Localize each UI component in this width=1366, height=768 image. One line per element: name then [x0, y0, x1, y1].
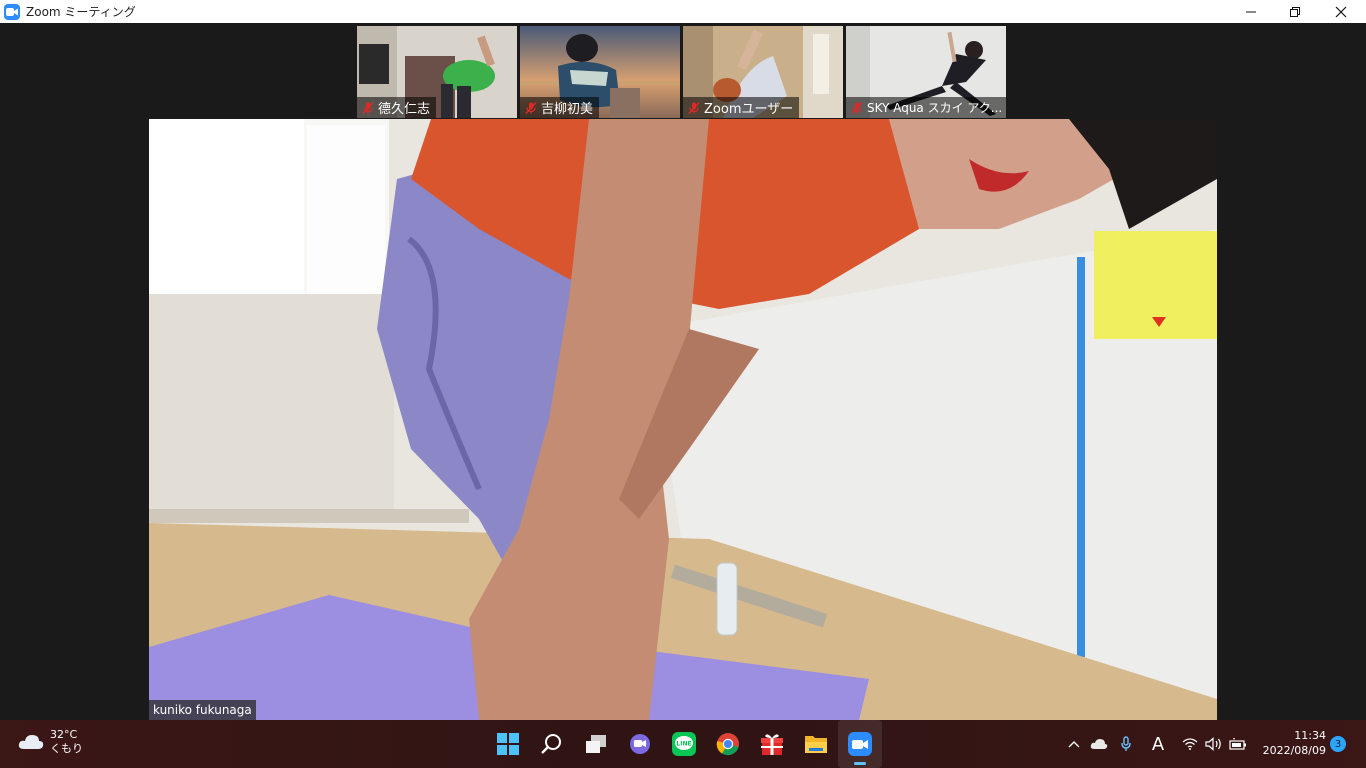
participant-tile[interactable]: Zoomユーザー: [683, 26, 843, 118]
file-explorer-button[interactable]: [794, 720, 838, 768]
speaker-video-frame: [149, 119, 1217, 720]
participant-name: 吉柳初美: [541, 102, 594, 117]
minimize-button[interactable]: [1228, 0, 1274, 23]
chrome-icon: [716, 733, 739, 756]
mic-muted-icon: [851, 101, 863, 114]
taskbar: 32°C くもり LINE A 11:34 2022/08/09: [0, 720, 1366, 768]
gift-button[interactable]: [750, 720, 794, 768]
wifi-icon: [1182, 738, 1198, 750]
line-button[interactable]: LINE: [662, 720, 706, 768]
volume-button[interactable]: [1204, 720, 1224, 768]
participant-name-bar: Zoomユーザー: [683, 97, 800, 118]
participant-name: SKY Aqua スカイ アク...: [867, 101, 1003, 115]
speaker-volume-icon: [1205, 737, 1221, 751]
clock-time: 11:34: [1294, 729, 1326, 742]
active-app-indicator: [854, 762, 866, 765]
battery-button[interactable]: [1228, 720, 1248, 768]
gift-icon: [761, 734, 783, 755]
start-button[interactable]: [486, 720, 530, 768]
restore-button[interactable]: [1272, 0, 1318, 23]
weather-widget[interactable]: 32°C くもり: [18, 728, 83, 756]
battery-charging-icon: [1229, 738, 1246, 750]
zoom-app-icon: [4, 3, 20, 20]
participant-tile[interactable]: SKY Aqua スカイ アク...: [846, 26, 1006, 118]
onedrive-button[interactable]: [1088, 720, 1110, 768]
participant-name: Zoomユーザー: [704, 102, 794, 117]
chrome-button[interactable]: [706, 720, 750, 768]
title-bar: Zoom ミーティング: [0, 0, 1366, 23]
participant-name: 德久仁志: [378, 102, 431, 117]
folder-icon: [805, 736, 827, 753]
search-button[interactable]: [530, 720, 574, 768]
microphone-in-use-button[interactable]: [1116, 720, 1136, 768]
active-speaker-name: kuniko fukunaga: [149, 700, 256, 720]
clock[interactable]: 11:34 2022/08/09: [1258, 728, 1326, 758]
participant-strip: 德久仁志 吉柳初美 Zoomユーザー SKY Aqua スカイ アク...: [357, 26, 1006, 118]
mic-muted-icon: [525, 101, 537, 114]
wifi-button[interactable]: [1180, 720, 1200, 768]
clock-date: 2022/08/09: [1262, 744, 1326, 757]
show-hidden-icons-button[interactable]: [1064, 720, 1084, 768]
microphone-icon: [1121, 736, 1131, 751]
participant-name-bar: 吉柳初美: [520, 97, 600, 118]
meeting-area: 德久仁志 吉柳初美 Zoomユーザー SKY Aqua スカイ アク... ku…: [0, 23, 1366, 720]
mic-muted-icon: [688, 101, 700, 114]
participant-tile[interactable]: 吉柳初美: [520, 26, 680, 118]
participant-name-bar: SKY Aqua スカイ アク...: [846, 97, 1006, 118]
chat-button[interactable]: [618, 720, 662, 768]
cloud-icon: [18, 735, 44, 749]
weather-condition: くもり: [50, 742, 83, 755]
window-title: Zoom ミーティング: [26, 5, 136, 19]
task-view-button[interactable]: [574, 720, 618, 768]
weather-temperature: 32°C: [50, 728, 78, 741]
mic-muted-icon: [362, 101, 374, 114]
participant-tile[interactable]: 德久仁志: [357, 26, 517, 118]
line-icon: LINE: [672, 732, 696, 756]
teams-chat-icon: [630, 734, 650, 754]
task-view-icon: [586, 735, 606, 753]
search-icon: [541, 734, 561, 754]
onedrive-cloud-icon: [1090, 739, 1108, 749]
zoom-taskbar-button[interactable]: [838, 720, 882, 768]
participant-name-bar: 德久仁志: [357, 97, 437, 118]
windows-start-icon: [497, 733, 519, 755]
notification-badge[interactable]: 3: [1330, 736, 1346, 752]
taskbar-apps: LINE: [486, 720, 882, 768]
line-icon-label: LINE: [676, 741, 691, 748]
active-speaker-video[interactable]: kuniko fukunaga: [149, 119, 1217, 720]
close-button[interactable]: [1318, 0, 1364, 23]
ime-mode-indicator[interactable]: A: [1146, 720, 1170, 768]
zoom-icon: [848, 732, 872, 756]
chevron-up-icon: [1068, 741, 1080, 748]
